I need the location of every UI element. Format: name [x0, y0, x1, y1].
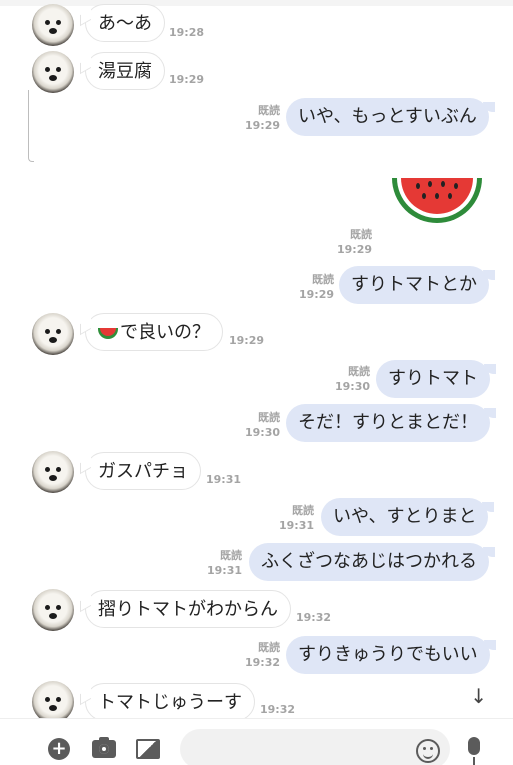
message-time: 19:29 [169, 73, 205, 86]
read-receipt: 既読 [312, 273, 334, 286]
read-receipt: 既読 [292, 504, 314, 517]
message-time: 19:32 [260, 703, 296, 716]
message-time: 19:30 [334, 380, 370, 393]
incoming-message[interactable]: で良いの？ [85, 313, 223, 351]
avatar[interactable] [32, 4, 74, 46]
avatar[interactable] [32, 451, 74, 493]
scroll-down-button[interactable]: ↓ [470, 684, 487, 708]
message-time: 19:29 [336, 243, 372, 256]
message-time: 19:32 [296, 611, 332, 624]
outgoing-message[interactable]: ふくざつなあじはつかれる [249, 543, 495, 581]
incoming-message[interactable]: ガスパチョ [85, 452, 201, 490]
chat-area[interactable]: あ〜あ 19:28 湯豆腐 19:29 既読 19:29 いや、もっとすいぶん … [0, 0, 513, 718]
message-time: 19:32 [244, 656, 280, 669]
camera-icon[interactable] [92, 737, 116, 758]
avatar[interactable] [32, 313, 74, 355]
incoming-message[interactable]: 湯豆腐 [85, 52, 165, 90]
outgoing-message[interactable]: そだ！すりとまとだ！ [286, 404, 496, 442]
watermelon-sticker[interactable] [390, 176, 484, 226]
reply-bracket [28, 90, 34, 162]
outgoing-message[interactable]: すりトマトとか [339, 266, 495, 304]
outgoing-message[interactable]: いや、もっとすいぶん [286, 98, 495, 136]
avatar[interactable] [32, 589, 74, 631]
incoming-message[interactable]: あ〜あ [85, 4, 165, 42]
read-receipt: 既読 [350, 228, 372, 241]
read-receipt: 既読 [258, 411, 280, 424]
outgoing-message[interactable]: すりトマト [376, 360, 496, 398]
message-time: 19:31 [206, 473, 242, 486]
composer-bar: + [0, 718, 513, 765]
incoming-message[interactable]: 摺りトマトがわからん [85, 590, 291, 628]
read-receipt: 既読 [220, 549, 242, 562]
read-receipt: 既読 [258, 641, 280, 654]
message-time: 19:31 [278, 519, 314, 532]
read-receipt: 既読 [348, 365, 370, 378]
message-time: 19:29 [244, 119, 280, 132]
read-receipt: 既読 [258, 104, 280, 117]
outgoing-message[interactable]: すりきゅうりでもいい [286, 636, 496, 674]
outgoing-message[interactable]: いや、すとりまと [321, 498, 495, 536]
message-time: 19:29 [298, 288, 334, 301]
message-input[interactable] [180, 729, 450, 765]
message-time: 19:30 [244, 426, 280, 439]
image-icon[interactable] [136, 739, 160, 759]
emoji-icon[interactable] [416, 739, 440, 763]
avatar[interactable] [32, 51, 74, 93]
watermelon-icon [98, 327, 118, 339]
message-time: 19:28 [169, 26, 205, 39]
top-divider [0, 0, 513, 6]
incoming-message[interactable]: トマトじゅうーす [85, 683, 255, 718]
message-text: で良いの？ [120, 322, 210, 343]
plus-icon[interactable]: + [48, 738, 70, 760]
message-time: 19:31 [206, 564, 242, 577]
mic-icon[interactable] [468, 737, 480, 765]
avatar[interactable] [32, 681, 74, 718]
message-time: 19:29 [229, 334, 265, 347]
